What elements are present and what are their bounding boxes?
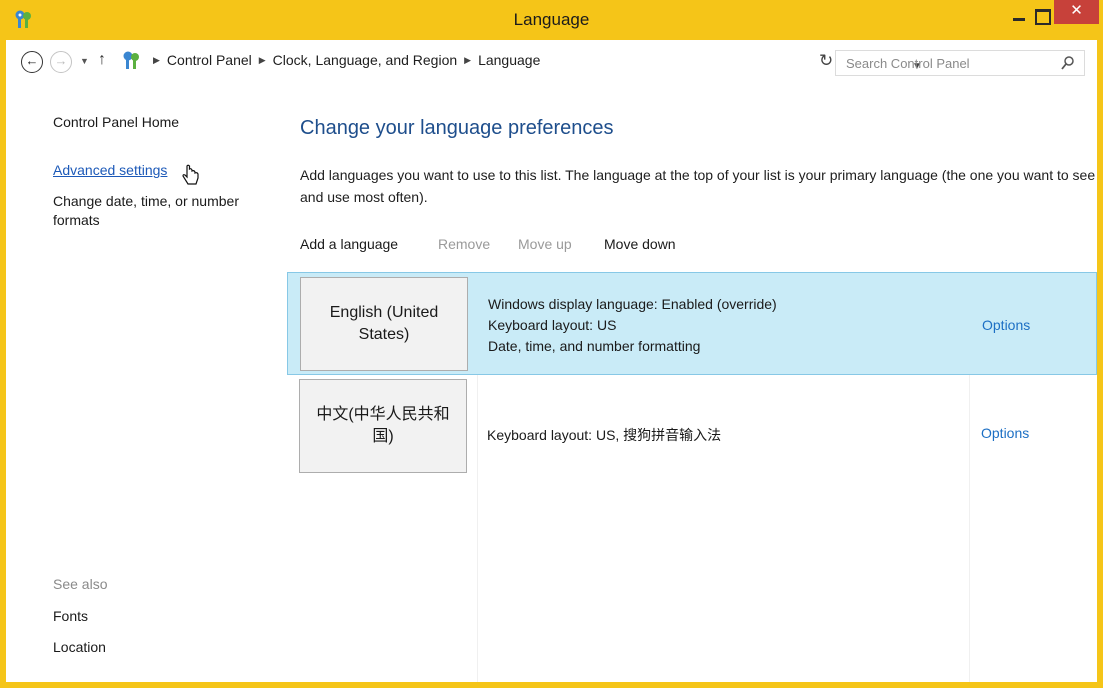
navigation-bar: ← → ▼ ↑ ▶ Control Panel ▶ Clock, Language, … (6, 40, 1097, 82)
keyboard-layout: Keyboard layout: US, 搜狗拼音输入法 (487, 427, 722, 443)
location-link[interactable]: Location (53, 639, 106, 655)
advanced-settings-link[interactable]: Advanced settings (53, 162, 167, 178)
window-title: Language (513, 10, 590, 29)
page-title: Change your language preferences (300, 117, 614, 139)
breadcrumb-separator-icon[interactable]: ▶ (153, 55, 160, 65)
language-tile-chinese[interactable]: 中文(中华人民共和国) (299, 379, 467, 473)
title-bar[interactable]: Language ✕ (0, 0, 1103, 40)
back-arrow-icon[interactable]: ← (21, 51, 43, 73)
up-arrow-icon[interactable]: ↑ (98, 49, 106, 71)
breadcrumb-language[interactable]: Language (478, 52, 540, 68)
language-tile-english[interactable]: English (United States) (300, 277, 468, 371)
keyboard-layout: Keyboard layout: US (488, 317, 617, 333)
language-window: Language ✕ ← → ▼ ↑ ▶ Control Panel ▶ Clock,… (0, 0, 1103, 688)
hand-cursor-icon (182, 164, 199, 185)
display-language-status: Windows display language: Enabled (overr… (488, 296, 777, 312)
search-input[interactable]: Search Control Panel (835, 50, 1085, 76)
remove-button[interactable]: Remove (438, 236, 490, 252)
see-also-label: See also (53, 576, 108, 592)
recent-locations-dropdown-icon[interactable]: ▼ (80, 50, 89, 72)
control-panel-home-link[interactable]: Control Panel Home (53, 114, 179, 130)
close-button[interactable]: ✕ (1054, 0, 1099, 24)
minimize-button[interactable] (1006, 6, 1032, 26)
left-pane: Control Panel Home Advanced settings Cha… (6, 82, 286, 682)
breadcrumb-clock-language-region[interactable]: Clock, Language, and Region (273, 52, 457, 68)
forward-arrow-icon[interactable]: → (50, 51, 72, 73)
move-up-button[interactable]: Move up (518, 236, 572, 252)
control-panel-icon (123, 51, 139, 69)
page-description: Add languages you want to use to this li… (300, 167, 1096, 205)
options-link-chinese[interactable]: Options (981, 425, 1029, 441)
address-bar[interactable]: ▶ Control Panel ▶ Clock, Language, and Regi… (116, 47, 922, 75)
breadcrumb-control-panel[interactable]: Control Panel (167, 52, 252, 68)
change-date-time-formats-link[interactable]: Change date, time, or number formats (53, 192, 278, 230)
add-language-button[interactable]: Add a language (300, 236, 398, 252)
refresh-icon[interactable]: ↻ (819, 51, 833, 71)
language-row-chinese[interactable]: 中文(中华人民共和国) Keyboard layout: US, 搜狗拼音输入法… (287, 378, 1097, 478)
breadcrumb: ▶ Control Panel ▶ Clock, Language, and Regi… (146, 52, 540, 68)
formatting-status: Date, time, and number formatting (488, 338, 701, 354)
fonts-link[interactable]: Fonts (53, 608, 88, 624)
maximize-button[interactable] (1030, 6, 1052, 26)
move-down-button[interactable]: Move down (604, 236, 676, 252)
search-placeholder: Search Control Panel (846, 56, 970, 71)
search-icon[interactable] (1060, 54, 1076, 72)
language-list: English (United States) Windows display … (287, 272, 1097, 682)
options-link-english[interactable]: Options (982, 317, 1030, 333)
breadcrumb-separator-icon[interactable]: ▶ (464, 55, 471, 65)
language-details: Keyboard layout: US, 搜狗拼音输入法 (487, 425, 721, 446)
language-row-english[interactable]: English (United States) Windows display … (287, 272, 1097, 375)
language-details: Windows display language: Enabled (overr… (488, 294, 777, 357)
breadcrumb-separator-icon[interactable]: ▶ (259, 55, 266, 65)
